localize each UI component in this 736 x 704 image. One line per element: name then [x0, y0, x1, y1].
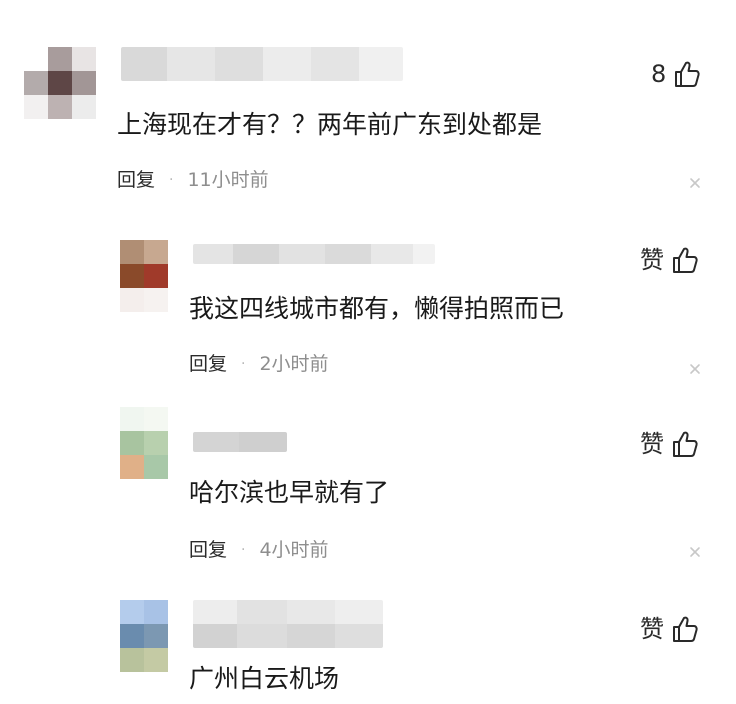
comment-meta: 回复 · 4小时前: [189, 537, 329, 563]
like-button[interactable]: 8: [651, 59, 700, 89]
avatar[interactable]: [120, 407, 168, 479]
comment-1: 上海现在才有？？两年前广东到处都是 回复 · 11小时前 8: [0, 0, 736, 200]
username-blurred[interactable]: [193, 432, 287, 452]
comment-text: 上海现在才有？？两年前广东到处都是: [117, 110, 543, 139]
username-blurred[interactable]: [121, 47, 403, 81]
avatar[interactable]: [120, 240, 168, 312]
username-blurred[interactable]: [193, 600, 383, 648]
thumbs-up-icon: [673, 431, 698, 457]
reply-button[interactable]: 回复: [189, 351, 227, 377]
timestamp: 11小时前: [187, 169, 269, 191]
close-icon[interactable]: [689, 546, 701, 558]
thumbs-up-icon: [673, 247, 698, 273]
avatar[interactable]: [120, 600, 168, 672]
meta-separator: ·: [169, 172, 174, 188]
close-icon[interactable]: [689, 363, 701, 375]
reply-button[interactable]: 回复: [117, 167, 155, 193]
like-label: 赞: [640, 615, 664, 643]
meta-separator: ·: [241, 542, 246, 558]
timestamp: 2小时前: [259, 353, 329, 375]
avatar[interactable]: [24, 47, 96, 119]
username-blurred[interactable]: [193, 244, 435, 264]
like-count: 8: [651, 60, 667, 88]
like-button[interactable]: 赞: [640, 429, 698, 459]
like-label: 赞: [640, 246, 664, 274]
comment-text: 我这四线城市都有，懒得拍照而已: [189, 294, 565, 323]
comment-3: 哈尔滨也早就有了 回复 · 4小时前 赞: [0, 390, 736, 580]
like-button[interactable]: 赞: [640, 245, 698, 275]
comment-4: 广州白云机场 赞: [0, 580, 736, 704]
thumbs-up-icon: [673, 616, 698, 642]
timestamp: 4小时前: [259, 539, 329, 561]
comment-meta: 回复 · 2小时前: [189, 351, 329, 377]
meta-separator: ·: [241, 356, 246, 372]
close-icon[interactable]: [689, 177, 701, 189]
like-button[interactable]: 赞: [640, 614, 698, 644]
reply-button[interactable]: 回复: [189, 537, 227, 563]
comment-text: 哈尔滨也早就有了: [189, 478, 390, 507]
comment-meta: 回复 · 11小时前: [117, 167, 269, 193]
comment-text: 广州白云机场: [189, 664, 340, 693]
comment-2: 我这四线城市都有，懒得拍照而已 回复 · 2小时前 赞: [0, 200, 736, 390]
thumbs-up-icon: [675, 61, 700, 87]
like-label: 赞: [640, 430, 664, 458]
